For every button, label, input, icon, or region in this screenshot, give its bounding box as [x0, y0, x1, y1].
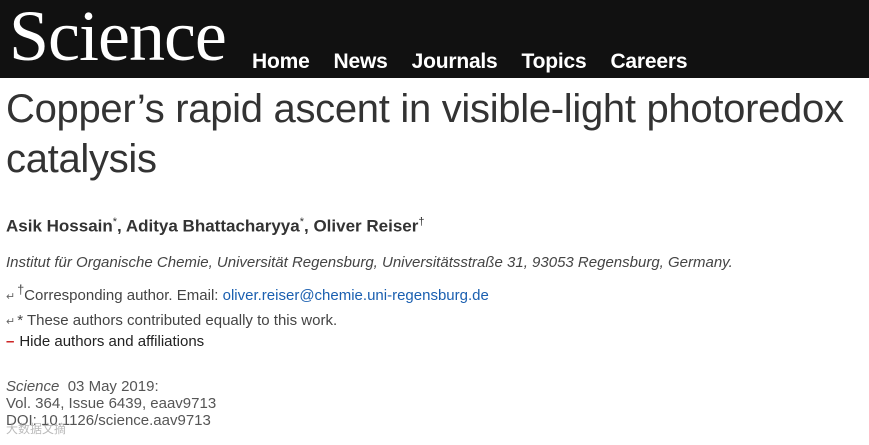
author-email-link[interactable]: oliver.reiser@chemie.uni-regensburg.de — [223, 287, 489, 304]
volume-issue: Vol. 364, Issue 6439, eaav9713 — [6, 395, 217, 412]
hide-authors-toggle[interactable]: – Hide authors and affiliations — [6, 333, 204, 350]
nav-journals[interactable]: Journals — [412, 50, 498, 74]
author-list: Asik Hossain*, Aditya Bhattacharyya*, Ol… — [6, 216, 425, 236]
author-name[interactable]: Asik Hossain — [6, 217, 113, 236]
equal-contribution-note: ↵ * These authors contributed equally to … — [6, 312, 337, 329]
site-header: Science Home News Journals Topics Career… — [0, 0, 869, 78]
affiliation: Institut für Organische Chemie, Universi… — [6, 254, 733, 271]
corresponding-text: Corresponding author. Email: — [24, 287, 223, 304]
watermark: 大数据文摘 — [6, 422, 67, 436]
hide-authors-link[interactable]: Hide authors and affiliations — [19, 333, 204, 350]
science-logo[interactable]: Science — [9, 0, 227, 78]
main-nav: Home News Journals Topics Careers — [252, 50, 687, 74]
publication-date: 03 May 2019: — [67, 378, 159, 395]
equal-contribution-text: * These authors contributed equally to t… — [17, 312, 338, 329]
nav-home[interactable]: Home — [252, 50, 310, 74]
journal-name: Science — [6, 378, 60, 395]
author-name[interactable]: Aditya Bhattacharyya — [126, 217, 300, 236]
minus-icon: – — [6, 333, 15, 350]
author-name[interactable]: Oliver Reiser — [313, 217, 418, 236]
author-mark: * — [299, 216, 304, 228]
nav-careers[interactable]: Careers — [610, 50, 687, 74]
nav-topics[interactable]: Topics — [522, 50, 587, 74]
author-mark: * — [112, 216, 118, 228]
return-arrow-icon: ↵ — [6, 291, 16, 303]
article-title: Copper’s rapid ascent in visible-light p… — [6, 87, 844, 181]
author-mark: † — [418, 216, 425, 228]
corresponding-author-note: ↵ †Corresponding author. Email: oliver.re… — [6, 283, 489, 304]
return-arrow-icon: ↵ — [6, 316, 16, 328]
nav-news[interactable]: News — [334, 50, 388, 74]
